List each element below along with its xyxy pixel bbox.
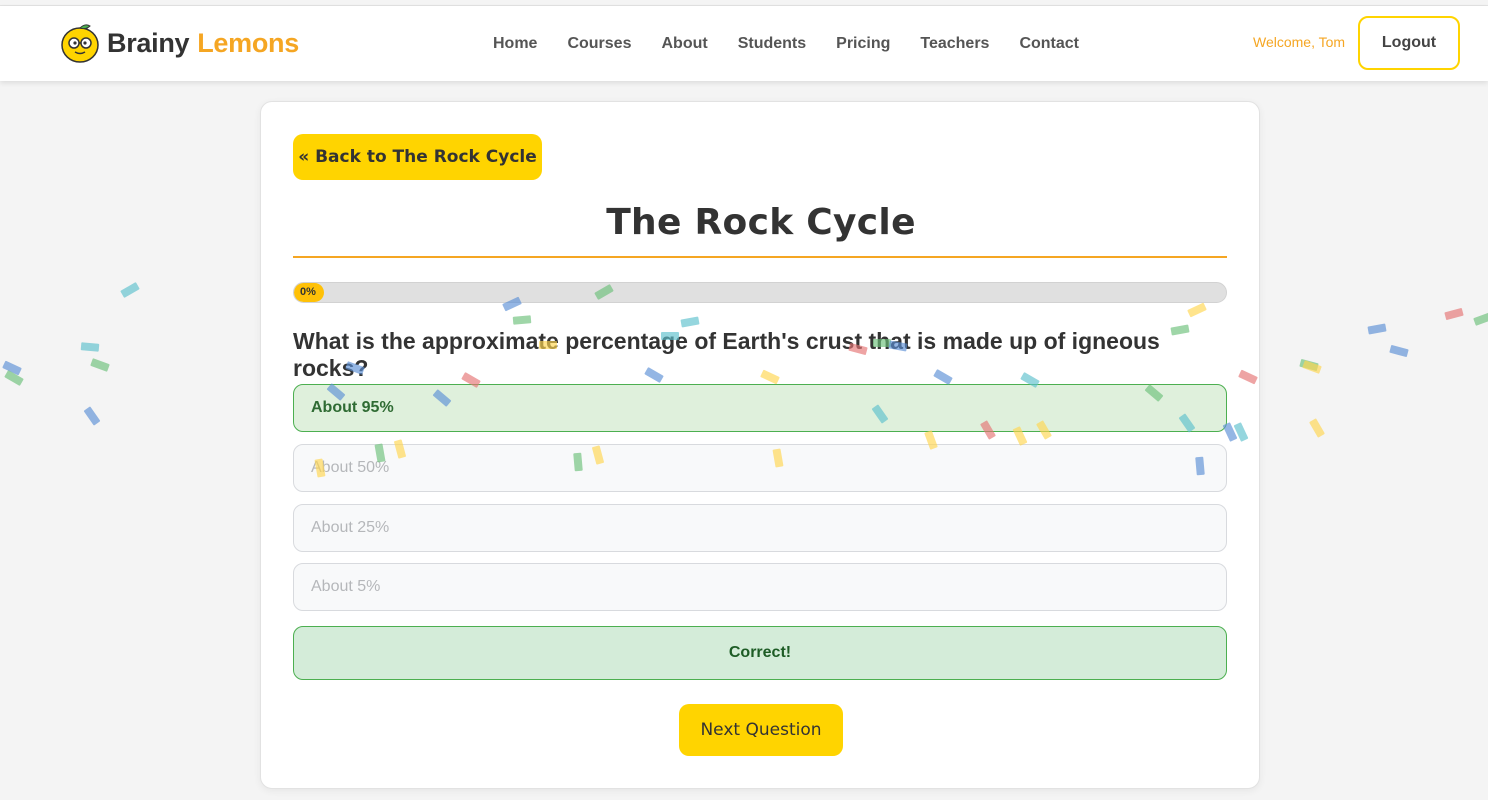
confetti-piece <box>1473 312 1488 326</box>
brand-name-part1: Brainy <box>107 27 190 58</box>
nav-contact[interactable]: Contact <box>1019 35 1079 53</box>
confetti-piece <box>90 358 110 372</box>
next-question-button[interactable]: Next Question <box>679 704 843 756</box>
navbar: Brainy Lemons Home Courses About Students… <box>0 6 1488 81</box>
confetti-piece <box>1389 344 1409 358</box>
confetti-piece <box>83 406 101 426</box>
answer-option-3[interactable]: About 25% <box>293 504 1227 552</box>
progress-bar: 0% <box>293 282 1227 303</box>
confetti-piece <box>1309 418 1325 438</box>
answer-option-2[interactable]: About 50% <box>293 444 1227 492</box>
nav-students[interactable]: Students <box>738 35 806 53</box>
confetti-piece <box>1299 358 1319 372</box>
confetti-piece <box>1302 360 1322 374</box>
answer-option-4[interactable]: About 5% <box>293 563 1227 611</box>
confetti-piece <box>1367 323 1387 335</box>
confetti-piece <box>4 370 24 386</box>
main-nav: Home Courses About Students Pricing Teac… <box>493 6 1079 81</box>
title-divider <box>293 256 1227 258</box>
lemon-mascot-icon <box>61 24 99 63</box>
progress-label: 0% <box>300 286 316 298</box>
brand-name: Brainy Lemons <box>107 28 299 59</box>
nav-courses[interactable]: Courses <box>567 35 631 53</box>
logout-button[interactable]: Logout <box>1358 16 1460 70</box>
quiz-title: The Rock Cycle <box>606 202 916 243</box>
quiz-card: « Back to The Rock Cycle The Rock Cycle … <box>260 101 1260 789</box>
feedback-message: Correct! <box>293 626 1227 680</box>
nav-teachers[interactable]: Teachers <box>920 35 989 53</box>
confetti-piece <box>2 360 22 376</box>
confetti-piece <box>80 342 100 352</box>
welcome-text: Welcome, Tom <box>1253 34 1346 50</box>
nav-about[interactable]: About <box>661 35 707 53</box>
confetti-piece <box>120 282 140 298</box>
confetti-piece <box>1444 307 1464 321</box>
back-to-course-button[interactable]: « Back to The Rock Cycle <box>293 134 542 180</box>
nav-home[interactable]: Home <box>493 35 537 53</box>
answer-option-1[interactable]: About 95% <box>293 384 1227 432</box>
brand-name-part2: Lemons <box>197 27 299 58</box>
question-text: What is the approximate percentage of Ea… <box>293 328 1160 381</box>
logo[interactable]: Brainy Lemons <box>59 22 299 64</box>
nav-pricing[interactable]: Pricing <box>836 35 890 53</box>
